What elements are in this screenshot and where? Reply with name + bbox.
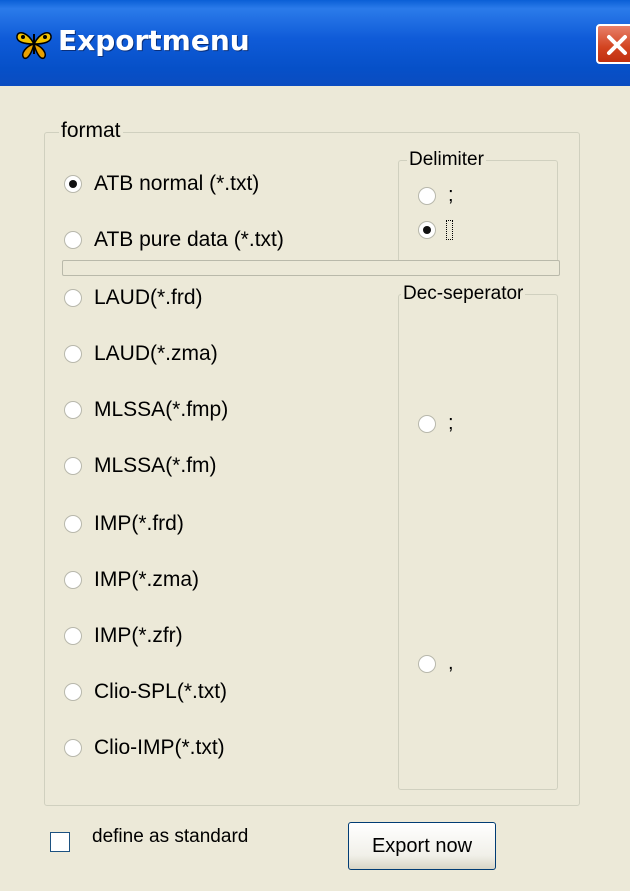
radio-label: ; [448, 412, 454, 434]
radio-dot[interactable] [64, 289, 82, 307]
radio-atb-normal[interactable]: ATB normal (*.txt) [64, 172, 259, 196]
radio-label: IMP(*.frd) [94, 512, 184, 535]
radio-mlssa-fmp[interactable]: MLSSA(*.fmp) [64, 398, 228, 422]
radio-dot[interactable] [418, 654, 436, 673]
radio-label: ; [448, 184, 454, 206]
separator-bar [62, 260, 560, 276]
radio-label: IMP(*.zfr) [94, 624, 183, 647]
radio-clio-spl[interactable]: Clio-SPL(*.txt) [64, 680, 227, 704]
radio-dot[interactable] [64, 345, 82, 363]
define-standard-label: define as standard [92, 826, 249, 847]
radio-dot[interactable] [64, 683, 82, 701]
radio-mlssa-fm[interactable]: MLSSA(*.fm) [64, 454, 217, 478]
title-bar[interactable]: Exportmenu [0, 0, 630, 86]
focus-indicator [446, 220, 453, 240]
radio-label: , [448, 652, 454, 674]
define-standard-checkbox[interactable] [50, 832, 70, 852]
radio-delimiter-semicolon[interactable]: ; [418, 184, 454, 207]
radio-atb-pure-data[interactable]: ATB pure data (*.txt) [64, 228, 284, 252]
close-icon [607, 35, 627, 55]
radio-delimiter-tab[interactable] [418, 220, 453, 240]
radio-laud-zma[interactable]: LAUD(*.zma) [64, 342, 218, 366]
radio-dot[interactable] [418, 221, 436, 239]
radio-dec-semicolon[interactable]: ; [418, 412, 454, 435]
radio-label: ATB normal (*.txt) [94, 172, 260, 195]
radio-dot[interactable] [64, 627, 82, 645]
radio-label: MLSSA(*.fm) [94, 454, 217, 477]
radio-dot[interactable] [64, 515, 82, 533]
export-now-button[interactable]: Export now [348, 822, 496, 870]
radio-label: Clio-IMP(*.txt) [94, 736, 225, 759]
radio-dot[interactable] [64, 457, 82, 475]
radio-dot[interactable] [64, 571, 82, 589]
radio-clio-imp[interactable]: Clio-IMP(*.txt) [64, 736, 225, 760]
radio-label: LAUD(*.zma) [94, 342, 218, 365]
radio-laud-frd[interactable]: LAUD(*.frd) [64, 286, 203, 310]
radio-label: Clio-SPL(*.txt) [94, 680, 228, 703]
radio-dot[interactable] [64, 175, 82, 193]
radio-dot[interactable] [418, 414, 436, 433]
dialog-body: format Delimiter Dec-seperator ATB norma… [0, 86, 630, 891]
radio-label: IMP(*.zma) [94, 568, 199, 591]
dec-separator-group: Dec-seperator [398, 283, 558, 790]
radio-imp-frd[interactable]: IMP(*.frd) [64, 512, 184, 536]
radio-dec-comma[interactable]: , [418, 652, 454, 675]
radio-dot[interactable] [64, 401, 82, 419]
radio-dot[interactable] [418, 186, 436, 205]
radio-label: MLSSA(*.fmp) [94, 398, 229, 421]
window-title: Exportmenu [58, 24, 250, 57]
radio-dot[interactable] [64, 231, 82, 249]
radio-imp-zma[interactable]: IMP(*.zma) [64, 568, 199, 592]
radio-label: LAUD(*.frd) [94, 286, 203, 309]
close-button[interactable] [596, 24, 630, 64]
radio-dot[interactable] [64, 739, 82, 757]
radio-label: ATB pure data (*.txt) [94, 228, 284, 251]
format-group-label: format [59, 119, 123, 143]
butterfly-app-icon [16, 31, 52, 60]
radio-imp-zfr[interactable]: IMP(*.zfr) [64, 624, 183, 648]
delimiter-group: Delimiter [398, 149, 558, 264]
delimiter-group-label: Delimiter [407, 149, 486, 171]
dec-separator-group-label: Dec-seperator [401, 283, 526, 305]
